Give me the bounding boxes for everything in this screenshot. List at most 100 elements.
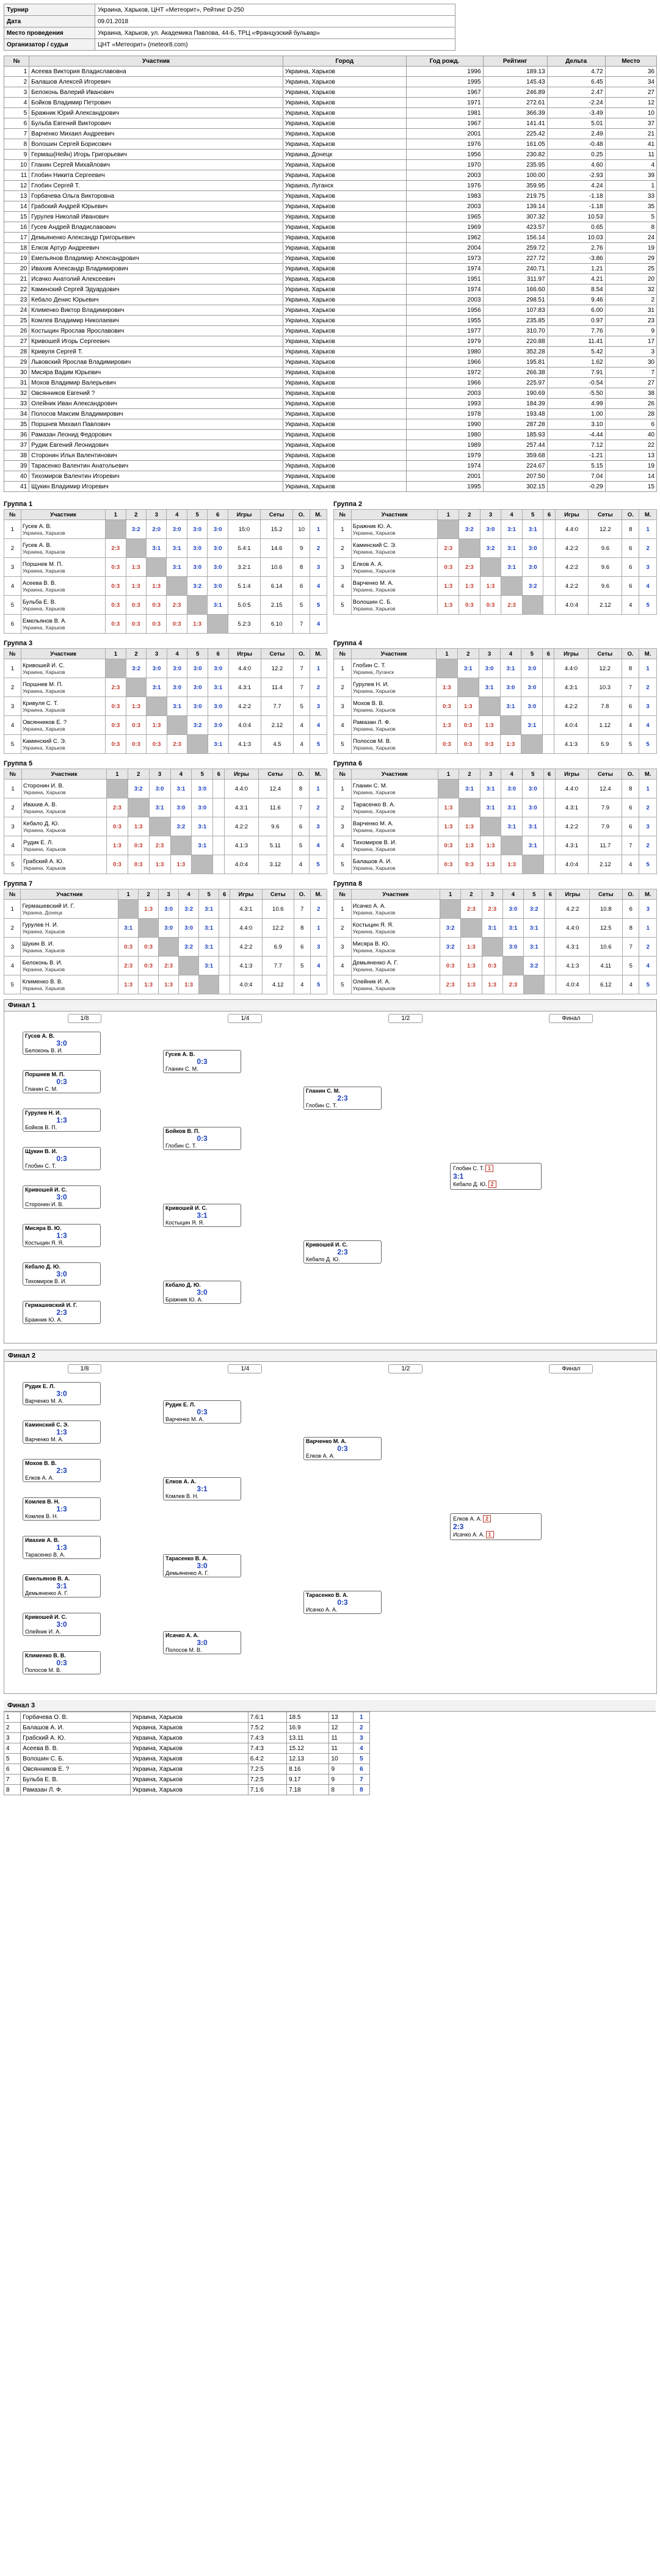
participant-cell: 5.15 [546, 460, 606, 471]
group-player-cell: Клименко В. В. Украина, Харьков [20, 975, 119, 994]
round-label: 1/4 [228, 1014, 263, 1023]
info-row: Место проведения Украина, Харьков, ул. Ак… [4, 27, 455, 39]
group-score-cell: 0:3 [145, 614, 167, 634]
group-place: 1 [639, 779, 657, 798]
group-column-header: № [333, 648, 352, 659]
group-player-city: Украина, Харьков [352, 909, 396, 916]
group-score-cell [543, 779, 556, 798]
participant-cell: Украина, Харьков [282, 242, 407, 253]
group-player-name: Грабский А. Ю. [23, 858, 64, 865]
group-score-cell: 3:2 [186, 576, 208, 596]
participant-row: 35 Поршнев Михаил Павлович Украина, Харько… [3, 419, 658, 430]
participant-cell: Украина, Харьков [282, 211, 407, 222]
group-column-header: О. [622, 509, 640, 520]
group-score-cell: 3:0 [178, 918, 200, 938]
group-column-header: Участник [350, 769, 438, 780]
group-column-header: М. [639, 769, 657, 780]
participant-row: 3 Белоконь Валерий Иванович Украина, Харьк… [3, 87, 658, 98]
group-column-header: 2 [127, 769, 150, 780]
group-column-header: 3 [479, 509, 502, 520]
group-score-cell: 3:1 [145, 538, 167, 558]
participant-cell: 287.28 [482, 419, 548, 430]
group-player-number: 5 [333, 975, 352, 994]
match-score: 3:1 [56, 1582, 67, 1590]
group-score-cell: 3:0 [521, 557, 544, 577]
match-player-b: Глобин С. Т. [306, 1102, 337, 1109]
group-player-number: 3 [333, 696, 352, 716]
participant-cell: Украина, Харьков [282, 440, 407, 450]
participant-cell: 207.50 [482, 471, 548, 482]
group-place: 4 [638, 715, 658, 735]
match-player-b: Олейник И. А. [25, 1629, 61, 1635]
group-header-row: № Участник 1 2 3 4 5 6 Игры Сеты О. М. [4, 648, 327, 659]
participant-cell: 11 [3, 170, 30, 181]
group-column-header: 6 [219, 889, 231, 900]
participant-cell: 2.47 [546, 87, 606, 98]
group-games: 5.2:3 [227, 614, 261, 634]
participant-cell: 7.91 [546, 367, 606, 378]
group-place: 3 [310, 557, 327, 577]
final-3-section: Финал 3 1 Горбачева О. В. Украина, Харьков… [3, 1700, 656, 1795]
participant-cell: Украина, Харьков [282, 284, 407, 295]
participant-row: 2 Балашов Алексей Игоревич Украина, Харько… [3, 76, 658, 87]
participant-cell: 41 [3, 481, 30, 492]
participant-cell: Украина, Харьков [282, 263, 407, 274]
group-row: 4 Овсянников Е. ? Украина, Харьков 0:3 0:3 1:… [4, 715, 327, 735]
group-score-cell [542, 696, 555, 716]
group-header-row: № Участник 1 2 3 4 5 6 Игры Сеты О. М. [333, 648, 658, 659]
participant-cell: Балашов Алексей Игоревич [29, 76, 283, 87]
match-player-b: Тихомиров В. И. [25, 1278, 67, 1284]
group-points: 6 [622, 576, 640, 596]
final-3-cell: 9 [328, 1774, 354, 1785]
round-label: 1/4 [228, 1364, 263, 1373]
participant-cell: Украина, Харьков [282, 97, 407, 108]
group-points: 8 [622, 918, 640, 938]
participant-cell: Украина, Харьков [282, 232, 407, 243]
participant-cell: Украина, Харьков [282, 419, 407, 430]
group-column-header: № [333, 509, 352, 520]
match-score: 3:0 [197, 1561, 208, 1570]
participant-cell: Украина, Харьков [282, 336, 407, 347]
group-row: 1 Бражник Ю. А. Украина, Харьков 3:2 3:0 3:1 3… [333, 519, 657, 539]
participant-cell: Гурулев Николай Иванович [29, 211, 283, 222]
group-score-cell: 0:3 [435, 734, 458, 754]
group-place: 2 [639, 538, 657, 558]
group-score-cell: 1:3 [145, 576, 167, 596]
group-player-city: Украина, Харьков [352, 586, 396, 593]
group-player-cell: Шукин В. И. Украина, Харьков [20, 937, 119, 957]
group-place: 1 [310, 659, 327, 678]
participant-cell: 33 [604, 190, 658, 201]
group-score-cell [460, 918, 482, 938]
group-score-cell: 0:3 [481, 956, 503, 975]
group-column-header: Игры [556, 889, 590, 900]
group-score-cell [542, 734, 555, 754]
final-3-cell: 12.13 [286, 1753, 330, 1764]
group-table: № Участник 1 2 3 4 5 6 Игры Сеты О. М. 1 Исачко А. А.… [333, 889, 657, 994]
match-player-a: Кебало Д. Ю. [25, 1264, 60, 1270]
group-column-header: 4 [178, 889, 200, 900]
group-score-cell [118, 899, 139, 919]
group-player-name: Елков А. А. [352, 560, 383, 568]
final-score: 2:3 [453, 1522, 464, 1531]
group-score-cell: 3:2 [521, 576, 544, 596]
participant-cell: 225.42 [482, 128, 548, 139]
group-points: 7 [292, 614, 311, 634]
participant-cell: 41 [604, 139, 658, 150]
participant-cell: 1966 [405, 377, 484, 388]
group-player-number: 1 [4, 659, 21, 678]
final-3-cell: 5 [352, 1753, 371, 1764]
group-points: 4 [293, 715, 311, 735]
group-column-header: 5 [198, 889, 220, 900]
group-score-cell: 0:3 [146, 734, 167, 754]
participant-cell: 38 [604, 388, 658, 399]
group-player-city: Украина, Харьков [22, 928, 65, 935]
round-label: Финал [549, 1014, 593, 1023]
group-place: 2 [639, 937, 657, 957]
group-score-cell: 3:1 [481, 918, 503, 938]
final-3-cell: Украина, Харьков [129, 1753, 248, 1764]
group-points: 4 [294, 975, 311, 994]
participant-cell: Бульба Евгений Викторович [29, 118, 283, 129]
group-games: 4.1:3 [230, 956, 263, 975]
group-sets: 7.9 [588, 817, 623, 836]
group-place: 1 [308, 779, 328, 798]
